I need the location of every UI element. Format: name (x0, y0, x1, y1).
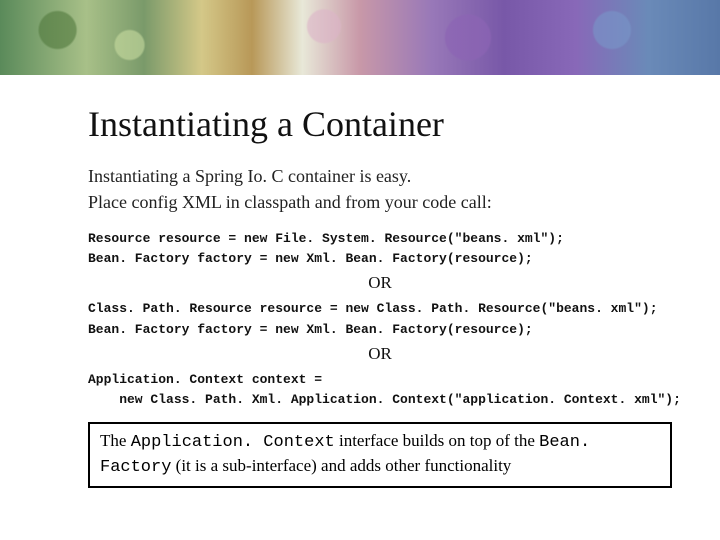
decorative-banner (0, 0, 720, 75)
or-separator-2: OR (88, 344, 672, 364)
note-text: The (100, 431, 131, 450)
slide-title: Instantiating a Container (88, 103, 672, 145)
desc-line-1: Instantiating a Spring Io. C container i… (88, 166, 411, 186)
note-text: interface builds on top of the (335, 431, 539, 450)
code-line: Bean. Factory factory = new Xml. Bean. F… (88, 322, 533, 337)
note-box: The Application. Context interface build… (88, 422, 672, 488)
code-line: Application. Context context = (88, 372, 322, 387)
code-block-3: Application. Context context = new Class… (88, 370, 672, 410)
code-block-2: Class. Path. Resource resource = new Cla… (88, 299, 672, 339)
description: Instantiating a Spring Io. C container i… (88, 163, 672, 215)
code-line: Class. Path. Resource resource = new Cla… (88, 301, 658, 316)
code-line: Bean. Factory factory = new Xml. Bean. F… (88, 251, 533, 266)
code-line: new Class. Path. Xml. Application. Conte… (88, 392, 681, 407)
desc-line-2: Place config XML in classpath and from y… (88, 192, 492, 212)
code-block-1: Resource resource = new File. System. Re… (88, 229, 672, 269)
slide-body: Instantiating a Container Instantiating … (0, 75, 720, 540)
or-separator-1: OR (88, 273, 672, 293)
note-mono: Application. Context (131, 433, 335, 452)
code-line: Resource resource = new File. System. Re… (88, 231, 564, 246)
note-text: (it is a sub-interface) and adds other f… (171, 456, 511, 475)
